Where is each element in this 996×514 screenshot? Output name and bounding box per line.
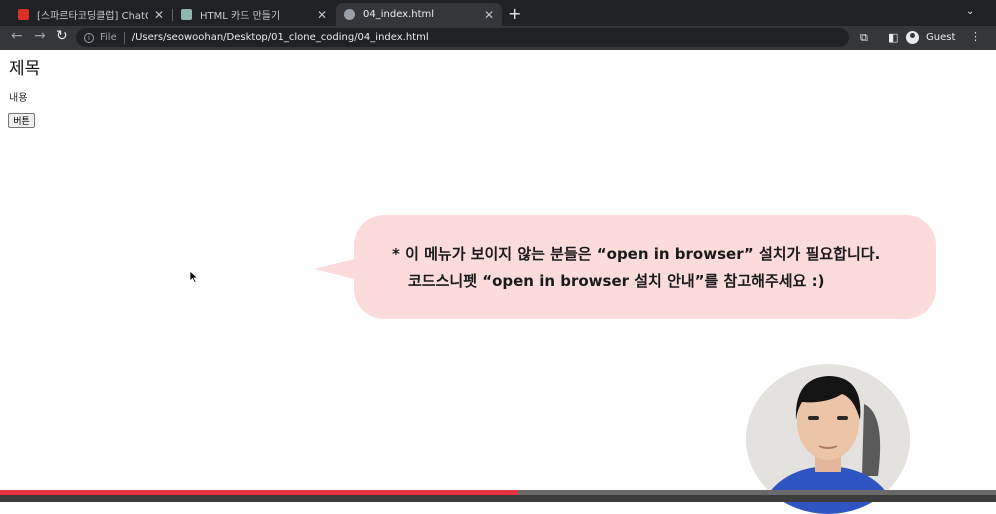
- bubble-line-2: 코드스니펫 “open in browser 설치 안내”를 참고해주세요 :): [408, 272, 825, 290]
- forward-arrow-icon[interactable]: →: [34, 28, 46, 44]
- back-arrow-icon[interactable]: ←: [11, 28, 23, 44]
- profile-button[interactable]: Guest: [906, 29, 955, 46]
- speech-bubble: * 이 메뉴가 보이지 않는 분들은 “open in browser” 설치가…: [354, 215, 936, 319]
- tab-favicon-icon: [181, 9, 192, 20]
- tab-favicon-icon: [18, 9, 29, 20]
- tab-title: 04_index.html: [363, 9, 435, 20]
- tab-title: [스파르타코딩클럽] ChatGPT 클론: [37, 11, 148, 22]
- video-controls-strip: [0, 495, 996, 502]
- address-url[interactable]: /Users/seowoohan/Desktop/01_clone_coding…: [132, 32, 429, 43]
- translate-icon[interactable]: ⧉: [860, 31, 868, 45]
- address-bar[interactable]: i File /Users/seowoohan/Desktop/01_clone…: [76, 28, 849, 47]
- address-divider: [123, 31, 125, 44]
- bubble-line-1: * 이 메뉴가 보이지 않는 분들은 “open in browser” 설치가…: [392, 245, 881, 263]
- side-panel-icon[interactable]: ◧: [888, 31, 898, 44]
- kebab-menu-icon[interactable]: ⋮: [970, 30, 981, 43]
- avatar-icon: [906, 31, 919, 44]
- page-paragraph: 내용: [9, 93, 28, 104]
- address-scheme-label: File: [100, 32, 117, 43]
- tab-html-card[interactable]: HTML 카드 만들기 ✕: [173, 3, 335, 26]
- tab-sparta[interactable]: [스파르타코딩클럽] ChatGPT 클론 ✕: [10, 3, 172, 26]
- tab-title: HTML 카드 만들기: [200, 11, 281, 22]
- globe-icon: [344, 9, 355, 20]
- profile-label: Guest: [926, 32, 956, 43]
- info-icon[interactable]: i: [84, 32, 94, 43]
- tab-strip: [스파르타코딩클럽] ChatGPT 클론 ✕ HTML 카드 만들기 ✕ 04…: [0, 0, 996, 26]
- close-icon[interactable]: ✕: [484, 8, 494, 22]
- speech-bubble-tail: [314, 258, 358, 280]
- browser-toolbar: ← → ↻ i File /Users/seowoohan/Desktop/01…: [0, 26, 996, 50]
- browser-chrome: [스파르타코딩클럽] ChatGPT 클론 ✕ HTML 카드 만들기 ✕ 04…: [0, 0, 996, 50]
- new-tab-icon[interactable]: +: [508, 4, 521, 23]
- mouse-cursor-icon: [190, 271, 198, 283]
- reload-icon[interactable]: ↻: [56, 28, 68, 44]
- chevron-down-icon[interactable]: ⌄: [966, 6, 974, 17]
- tab-index-html[interactable]: 04_index.html ✕: [336, 3, 502, 26]
- page-button[interactable]: 버튼: [8, 113, 35, 128]
- close-icon[interactable]: ✕: [317, 8, 327, 22]
- close-icon[interactable]: ✕: [154, 8, 164, 22]
- page-heading: 제목: [9, 59, 41, 79]
